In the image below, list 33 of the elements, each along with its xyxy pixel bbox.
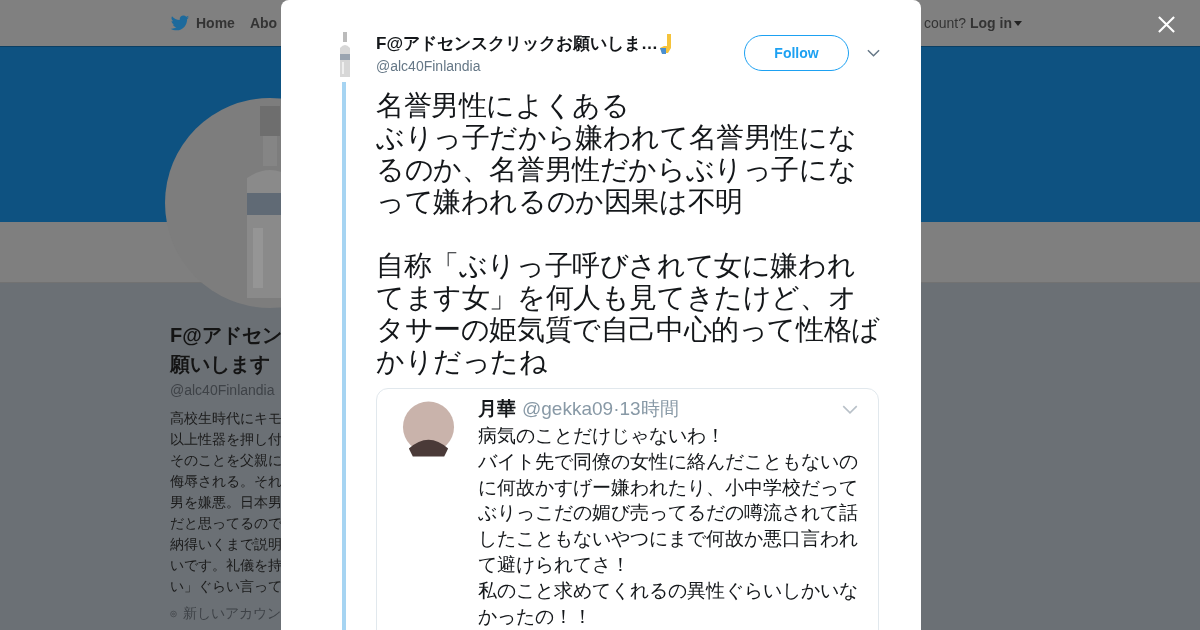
quoted-text: 病気のことだけじゃないわ！	[478, 424, 726, 448]
quoted-handle: @gekka09	[522, 398, 614, 420]
profile-bio-line: 高校生時代にキモ	[170, 410, 281, 428]
tweet-text: ぶりっ子だから嫌われて名誉男性になるのか、名誉男性だからぶりっ子になって嫌われるのか因果は不明	[376, 122, 858, 218]
profile-name: 願いします	[170, 352, 271, 377]
separator-dot: ·	[613, 398, 620, 420]
tweet-text: 自称「ぶりっ子呼びされて女に嫌われてます女」を何人も見てきたけど、オタサーの姫気質で自己中心的って性格ばかりだったね	[376, 250, 881, 378]
close-icon[interactable]	[1157, 15, 1176, 34]
chevron-down-icon[interactable]	[867, 49, 880, 57]
profile-bio-line: 納得いくまで説明	[170, 536, 281, 554]
caret-icon	[1014, 20, 1022, 26]
quoted-author-name: 月華	[478, 397, 516, 421]
quoted-time: 13時間	[619, 397, 679, 421]
author-name: F@アドセンスクリックお願いしま…	[376, 33, 658, 55]
nav-link[interactable]: Abo	[249, 14, 278, 32]
nav-link[interactable]: Home	[170, 14, 235, 32]
bird-icon	[170, 14, 190, 32]
quoted-text: 私のこと求めてくれるの異性ぐらいしかいなかったの！！	[478, 578, 858, 629]
profile-bio-line: 男を嫌悪。日本男	[170, 494, 281, 512]
profile-bio-line: い」ぐらい言って	[170, 578, 281, 596]
profile-bio-line: 以上性器を押し付	[170, 431, 281, 449]
account-prompt: count?	[923, 15, 966, 31]
login-link[interactable]: Log in	[970, 15, 1022, 31]
author-handle: @alc40Finlandia	[376, 58, 482, 74]
tweet-text: 名誉男性によくある	[376, 90, 631, 122]
profile-bio-line: 侮辱される。それ	[170, 473, 281, 491]
profile-bio-line: いです。礼儀を持	[170, 557, 281, 575]
chevron-down-icon	[842, 404, 858, 414]
profile-name: F@アドセン	[170, 323, 281, 348]
hand-icon	[659, 33, 674, 54]
follow-button[interactable]: Follow	[744, 35, 849, 71]
profile-bio-line: そのことを父親に	[170, 452, 281, 470]
quoted-text: バイト先で同僚の女性に絡んだこともないのに何故かすげー嫌われたり、小中学校だってぶりっこだの媚び売ってるだの噂流されて話したこともないやつにまで何故か悪口言われて避けられてさ！	[478, 449, 858, 577]
